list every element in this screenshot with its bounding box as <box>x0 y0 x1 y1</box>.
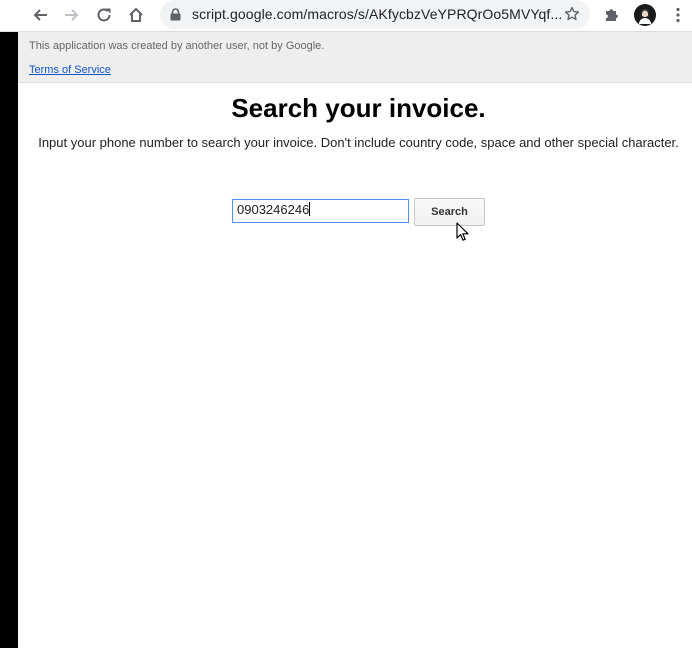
third-party-app-notice: This application was created by another … <box>29 40 325 52</box>
search-instruction: Input your phone number to search your i… <box>38 135 679 150</box>
forward-arrow-icon <box>65 9 79 21</box>
extensions-puzzle-icon <box>606 9 618 21</box>
home-button[interactable] <box>122 2 150 28</box>
apps-script-warning-banner: This application was created by another … <box>18 32 692 83</box>
address-bar-url: script.google.com/macros/s/AKfycbzVeYPRQ… <box>192 6 562 22</box>
phone-number-input[interactable]: 0903246246 <box>232 199 409 223</box>
lock-icon <box>170 8 181 21</box>
profile-button[interactable] <box>631 2 659 28</box>
back-button[interactable] <box>26 2 54 28</box>
window-left-edge <box>0 0 18 648</box>
kebab-menu-icon <box>676 7 680 23</box>
address-bar[interactable]: script.google.com/macros/s/AKfycbzVeYPRQ… <box>160 0 590 29</box>
bookmark-star-icon[interactable] <box>564 6 580 22</box>
terms-of-service-link[interactable]: Terms of Service <box>29 64 111 76</box>
home-icon <box>129 7 143 22</box>
page-title: Search your invoice. <box>231 93 486 123</box>
browser-toolbar: script.google.com/macros/s/AKfycbzVeYPRQ… <box>0 0 692 32</box>
mouse-pointer-icon <box>456 222 469 241</box>
back-arrow-icon <box>33 9 47 21</box>
profile-avatar <box>634 4 656 26</box>
chrome-menu-button[interactable] <box>664 2 692 28</box>
reload-icon <box>97 8 111 22</box>
text-caret <box>309 202 311 216</box>
search-button[interactable]: Search <box>414 198 485 226</box>
extensions-button[interactable] <box>598 2 626 28</box>
phone-number-value: 0903246246 <box>237 202 310 217</box>
reload-button[interactable] <box>90 2 118 28</box>
forward-button[interactable] <box>58 2 86 28</box>
